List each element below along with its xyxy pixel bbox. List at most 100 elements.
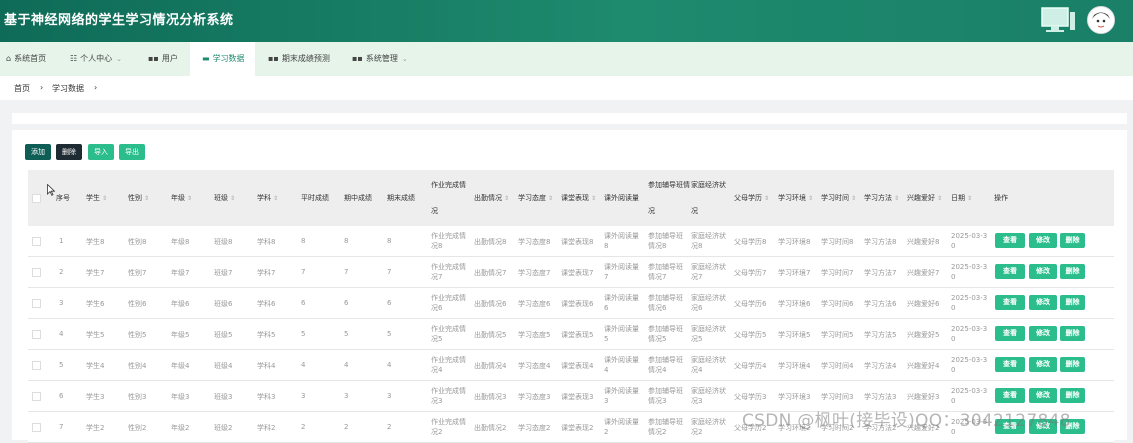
cell-attendance: 出勤情况3 — [474, 393, 507, 401]
row-checkbox[interactable] — [32, 392, 41, 401]
cell-class: 班级4 — [214, 362, 233, 370]
cell-tutoring: 参加辅导班情况7 — [648, 263, 683, 281]
add-button[interactable]: 添加 — [25, 144, 51, 160]
nav-item-home[interactable]: ⌂ 系统首页 — [6, 42, 46, 76]
delete-button[interactable]: 删除 — [56, 144, 82, 160]
col-attendance[interactable]: 出勤情况 ⇕ — [474, 193, 509, 203]
cell-homework: 作业完成情况8 — [431, 232, 466, 250]
table-header: 序号 学生 ⇕ 性别 ⇕ 年级 ⇕ 班级 ⇕ 学科 ⇕ 平时成绩 期中成绩 期末成绩 作业… — [28, 170, 1114, 226]
cell-classroom: 课堂表现3 — [561, 393, 594, 401]
cell-student: 学生7 — [86, 269, 105, 277]
cell-date: 2025-03-3 0 — [951, 356, 988, 374]
nav-label: 系统管理 — [365, 54, 398, 63]
cell-economy: 家庭经济状况7 — [691, 263, 726, 281]
app-title: 基于神经网络的学生学习情况分析系统 — [4, 13, 234, 28]
cell-subject: 学科7 — [257, 269, 276, 277]
view-button[interactable]: 查看 — [995, 357, 1025, 372]
cell-subject: 学科3 — [257, 393, 276, 401]
cell-attendance: 出勤情况5 — [474, 331, 507, 339]
col-class[interactable]: 班级 ⇕ — [214, 193, 235, 203]
col-subject[interactable]: 学科 ⇕ — [257, 193, 278, 203]
select-all-checkbox[interactable] — [32, 194, 41, 203]
cell-index: 7 — [59, 423, 64, 431]
row-delete-button[interactable]: 删除 — [1060, 264, 1085, 279]
col-study-time[interactable]: 学习时间 ⇕ — [821, 193, 856, 203]
row-delete-button[interactable]: 删除 — [1060, 326, 1085, 341]
breadcrumb-separator-icon: › — [94, 83, 98, 92]
edit-button[interactable]: 修改 — [1029, 388, 1057, 403]
cell-interest: 兴趣爱好6 — [907, 300, 940, 308]
nav-item-study-data[interactable]: ▬ 学习数据 — [190, 42, 255, 76]
view-button[interactable]: 查看 — [995, 264, 1025, 279]
edit-button[interactable]: 修改 — [1029, 357, 1057, 372]
cell-reading: 课外阅读量2 — [604, 418, 639, 436]
edit-button[interactable]: 修改 — [1029, 264, 1057, 279]
col-parent-edu[interactable]: 父母学历 ⇕ — [734, 193, 769, 203]
cell-student: 学生6 — [86, 300, 105, 308]
col-economy: 家庭经济状 — [691, 181, 726, 189]
col-interest[interactable]: 兴趣爱好 ⇕ — [907, 193, 942, 203]
row-checkbox[interactable] — [32, 423, 41, 432]
col-environment[interactable]: 学习环境 ⇕ — [778, 193, 813, 203]
cell-student: 学生2 — [86, 424, 105, 432]
cell-usual-score: 3 — [301, 392, 306, 400]
calendar-icon: ☷ — [70, 54, 78, 63]
cell-student: 学生8 — [86, 238, 105, 246]
export-button[interactable]: 导出 — [119, 144, 145, 160]
row-checkbox[interactable] — [32, 237, 41, 246]
avatar[interactable] — [1087, 6, 1115, 34]
row-delete-button[interactable]: 删除 — [1060, 357, 1085, 372]
row-checkbox[interactable] — [32, 361, 41, 370]
cell-index: 1 — [59, 237, 64, 245]
cell-interest: 兴趣爱好8 — [907, 238, 940, 246]
cell-index: 5 — [59, 361, 64, 369]
main-nav: ⌂ 系统首页 ☷ 个人中心 ⌄ ▪▪ 用户 ▬ 学习数据 ▪▪ 期末成绩预测 ▪▪ 系统管理 ⌄ — [0, 42, 1133, 77]
edit-button[interactable]: 修改 — [1029, 326, 1057, 341]
nav-item-users[interactable]: ▪▪ 用户 — [148, 42, 178, 76]
cell-grade: 年级7 — [171, 269, 190, 277]
col-student[interactable]: 学生 ⇕ — [86, 193, 107, 203]
cell-subject: 学科8 — [257, 238, 276, 246]
cell-reading: 课外阅读量6 — [604, 294, 639, 312]
row-delete-button[interactable]: 删除 — [1060, 233, 1085, 248]
sort-icon: ⇕ — [937, 195, 943, 202]
cell-grade: 年级4 — [171, 362, 190, 370]
sort-icon: ⇕ — [187, 195, 193, 202]
cell-gender: 性别7 — [128, 269, 147, 277]
sort-icon: ⇕ — [102, 195, 108, 202]
col-gender[interactable]: 性别 ⇕ — [128, 193, 149, 203]
edit-button[interactable]: 修改 — [1029, 233, 1057, 248]
row-delete-button[interactable]: 删除 — [1060, 388, 1085, 403]
sort-icon: ⇕ — [144, 195, 150, 202]
cell-subject: 学科5 — [257, 331, 276, 339]
col-method[interactable]: 学习方法 ⇕ — [864, 193, 899, 203]
cell-study-time: 学习时间6 — [821, 300, 854, 308]
import-button[interactable]: 导入 — [88, 144, 114, 160]
view-button[interactable]: 查看 — [995, 388, 1025, 403]
nav-item-profile[interactable]: ☷ 个人中心 ⌄ — [70, 42, 122, 76]
cell-attitude: 学习态度5 — [518, 331, 551, 339]
view-button[interactable]: 查看 — [995, 295, 1025, 310]
nav-item-system[interactable]: ▪▪ 系统管理 ⌄ — [352, 42, 408, 76]
col-date[interactable]: 日期 ⇕ — [951, 193, 972, 203]
sort-icon: ⇕ — [548, 195, 554, 202]
cell-method: 学习方法3 — [864, 393, 897, 401]
sort-icon: ⇕ — [273, 195, 279, 202]
breadcrumb-home[interactable]: 首页 — [14, 83, 30, 94]
view-button[interactable]: 查看 — [995, 233, 1025, 248]
nav-item-final-prediction[interactable]: ▪▪ 期末成绩预测 — [268, 42, 330, 76]
table-row: 4 学生5 性别5 年级5 班级5 学科5 5 5 5 作业完成情况5 出勤情况5 学习态度5 课堂表现… — [28, 319, 1114, 350]
cell-gender: 性别4 — [128, 362, 147, 370]
row-checkbox[interactable] — [32, 330, 41, 339]
view-button[interactable]: 查看 — [995, 326, 1025, 341]
row-delete-button[interactable]: 删除 — [1060, 295, 1085, 310]
cell-parent-edu: 父母学历3 — [734, 393, 767, 401]
col-grade[interactable]: 年级 ⇕ — [171, 193, 192, 203]
sort-icon: ⇕ — [851, 195, 857, 202]
col-attitude[interactable]: 学习态度 ⇕ — [518, 193, 553, 203]
row-checkbox[interactable] — [32, 268, 41, 277]
row-checkbox[interactable] — [32, 299, 41, 308]
col-classroom[interactable]: 课堂表现 ⇕ — [561, 193, 596, 203]
edit-button[interactable]: 修改 — [1029, 295, 1057, 310]
grid-icon: ▪▪ — [268, 54, 279, 63]
